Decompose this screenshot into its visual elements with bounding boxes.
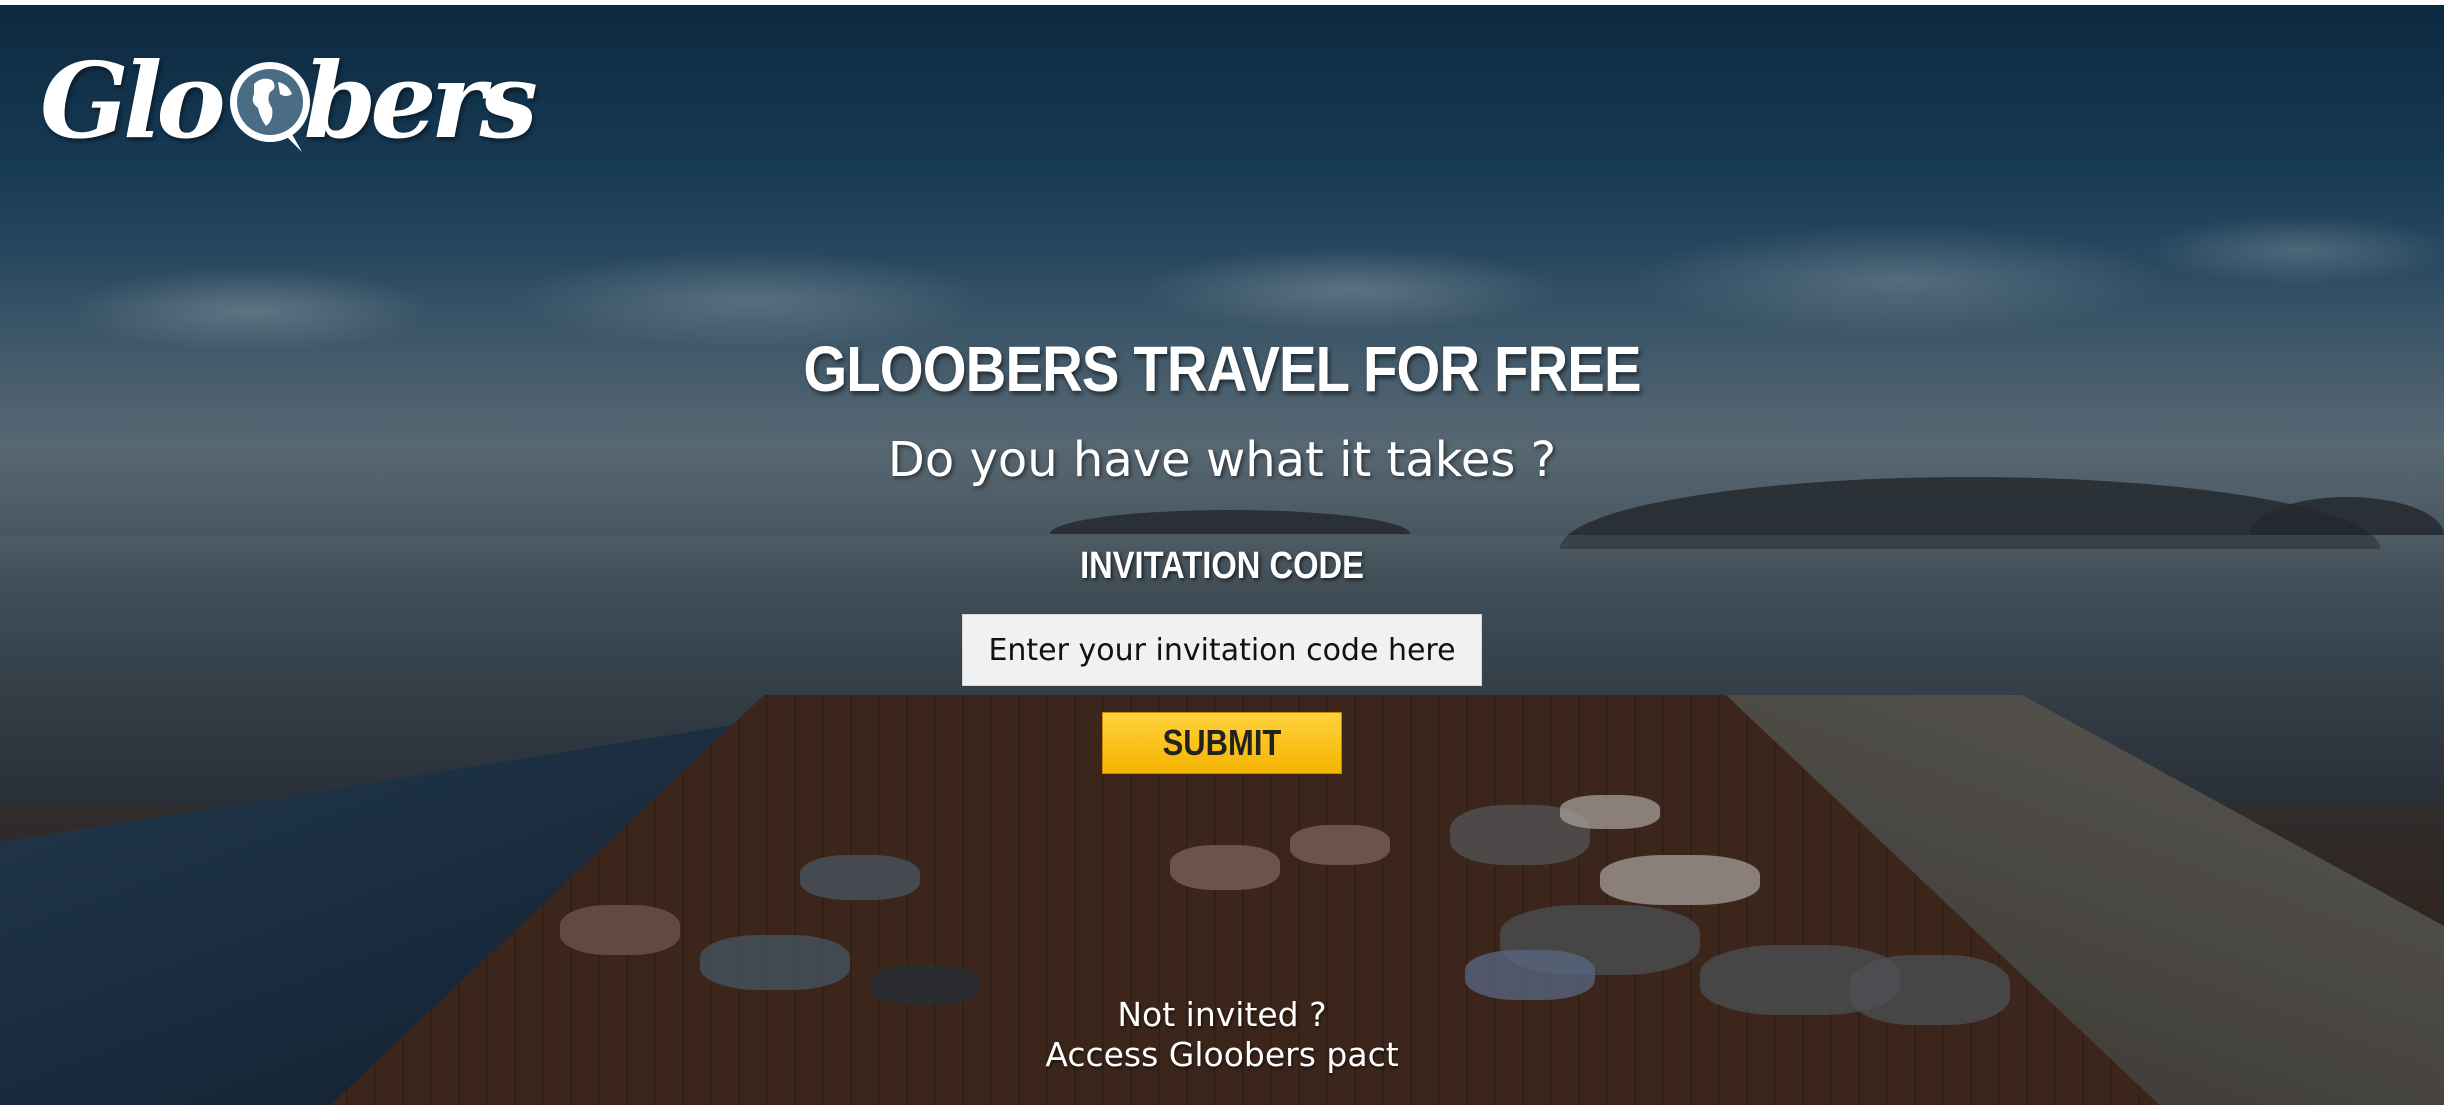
invitation-code-input[interactable] [962, 614, 1482, 686]
page-subheadline: Do you have what it takes ? [887, 432, 1557, 488]
not-invited-text: Not invited ? [1117, 995, 1327, 1034]
access-pact-link-wrapper: Access Gloobers pact [1030, 1035, 1414, 1077]
gloobers-logo[interactable]: Glo bers [40, 36, 538, 186]
landing-page: Glo bers GLOOBERS TRAVEL FOR FREE Do you … [0, 0, 2444, 1108]
submit-button-label: SUBMIT [1162, 722, 1282, 763]
access-gloobers-pact-link[interactable]: Access Gloobers pact [1030, 1035, 1414, 1074]
invitation-code-label: INVITATION CODE [1080, 545, 1364, 587]
page-headline: GLOOBERS TRAVEL FOR FREE [803, 333, 1641, 405]
submit-button[interactable]: SUBMIT [1102, 712, 1342, 774]
globe-speech-bubble-icon [230, 62, 310, 152]
